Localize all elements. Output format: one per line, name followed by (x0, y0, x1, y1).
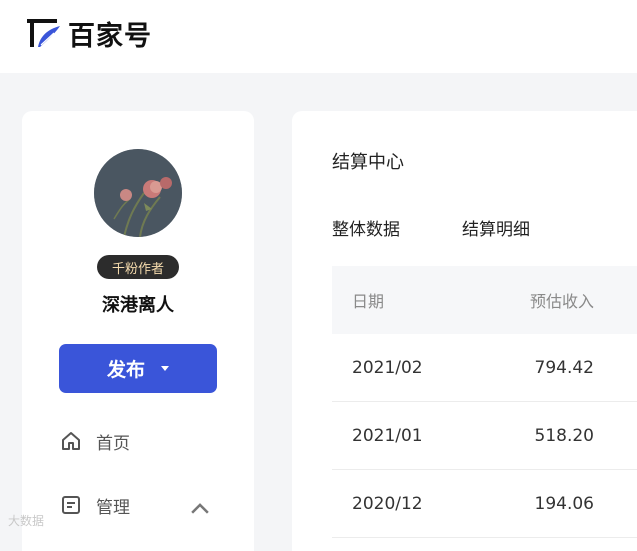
document-icon (62, 496, 80, 514)
table-row: 2020/12 194.06 (332, 470, 637, 538)
fans-badge: 千粉作者 (97, 255, 179, 279)
watermark: 大数据 (8, 512, 44, 529)
caret-down-icon (161, 366, 169, 371)
column-header-income: 预估收入 (529, 292, 594, 311)
cell-income: 194.06 (534, 493, 594, 514)
publish-button[interactable]: 发布 (59, 344, 217, 393)
settlement-table: 日期 预估收入 2021/02 794.42 2021/01 518.20 20… (332, 266, 637, 538)
column-header-date: 日期 (352, 292, 385, 311)
baijiahao-logo-icon (27, 19, 60, 47)
baijiahao-logo[interactable]: 百家号 (26, 16, 152, 52)
logo-text: 百家号 (68, 20, 152, 52)
home-icon (62, 432, 80, 450)
nav-item-home[interactable]: 首页 (60, 427, 220, 455)
profile-card: 千粉作者 深港离人 发布 首页 管理 (22, 111, 254, 551)
table-header: 日期 预估收入 (332, 266, 637, 334)
cell-date: 2020/12 (352, 493, 423, 514)
table-row: 2021/01 518.20 (332, 402, 637, 470)
table-row: 2021/02 794.42 (332, 334, 637, 402)
watermark-text: 大数据 (8, 514, 45, 528)
publish-label: 发布 (106, 359, 145, 381)
settlement-card: 结算中心 整体数据 结算明细 日期 预估收入 2021/02 794.42 20… (292, 111, 637, 551)
author-name: 深港离人 (102, 295, 174, 316)
cell-date: 2021/02 (352, 357, 423, 378)
avatar[interactable] (94, 149, 182, 237)
chevron-up-icon[interactable] (189, 497, 211, 519)
top-bar: 百家号 (0, 0, 637, 73)
cell-income: 794.42 (534, 357, 594, 378)
cell-income: 518.20 (534, 425, 594, 446)
nav-item-manage[interactable]: 管理 (60, 491, 220, 519)
nav-item-label: 首页 (96, 433, 130, 454)
cell-date: 2021/01 (352, 425, 423, 446)
tab-settlement-detail[interactable]: 结算明细 (462, 215, 530, 240)
avatar-image (94, 149, 182, 237)
page-title: 结算中心 (332, 152, 404, 173)
nav-item-label: 管理 (96, 497, 130, 518)
tab-overall-data[interactable]: 整体数据 (332, 215, 400, 240)
